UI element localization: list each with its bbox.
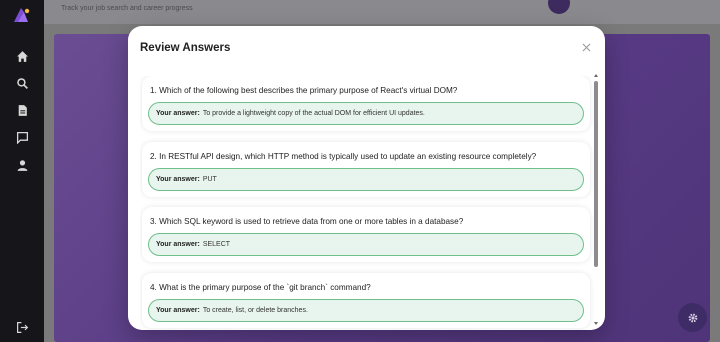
settings-button[interactable] xyxy=(678,303,707,332)
search-icon[interactable] xyxy=(13,74,31,92)
question-text: 4. What is the primary purpose of the `g… xyxy=(150,283,371,292)
answer-label: Your answer: xyxy=(156,307,200,314)
app-header xyxy=(44,0,720,24)
answer-box: Your answer: SELECT xyxy=(148,233,584,256)
answer-label: Your answer: xyxy=(156,176,200,183)
answer-label: Your answer: xyxy=(156,241,200,248)
logout-icon[interactable] xyxy=(13,318,31,336)
chat-icon[interactable] xyxy=(13,128,31,146)
home-icon[interactable] xyxy=(13,47,31,65)
question-text: 3. Which SQL keyword is used to retrieve… xyxy=(150,217,464,226)
review-answers-modal: Review Answers 1. Which of the following… xyxy=(128,26,605,330)
scrollbar[interactable] xyxy=(593,74,599,330)
answers-list[interactable]: 1. Which of the following best describes… xyxy=(140,76,595,330)
answer-label: Your answer: xyxy=(156,110,200,117)
answer-text: To create, list, or delete branches. xyxy=(202,307,308,314)
sidebar xyxy=(0,0,44,342)
user-icon[interactable] xyxy=(13,156,31,174)
scroll-down-arrow[interactable] xyxy=(594,322,598,325)
scroll-up-arrow[interactable] xyxy=(594,74,598,77)
modal-title: Review Answers xyxy=(140,42,231,54)
answer-box: Your answer: To create, list, or delete … xyxy=(148,299,584,322)
document-icon[interactable] xyxy=(13,101,31,119)
scrollbar-thumb[interactable] xyxy=(594,81,598,267)
answer-text: PUT xyxy=(202,176,217,183)
close-button[interactable] xyxy=(579,40,593,54)
answer-box: Your answer: To provide a lightweight co… xyxy=(148,102,584,125)
answer-text: To provide a lightweight copy of the act… xyxy=(202,110,425,117)
app-logo[interactable] xyxy=(12,7,30,23)
answer-text: SELECT xyxy=(202,241,231,248)
close-icon xyxy=(582,43,590,51)
answer-box: Your answer: PUT xyxy=(148,168,584,191)
question-text: 2. In RESTful API design, which HTTP met… xyxy=(150,152,537,161)
gear-icon xyxy=(688,313,697,322)
question-text: 1. Which of the following best describes… xyxy=(150,86,458,95)
question-card: 3. Which SQL keyword is used to retrieve… xyxy=(142,207,590,262)
question-card: 4. What is the primary purpose of the `g… xyxy=(142,273,590,328)
page-subtitle: Track your job search and career progres… xyxy=(61,5,193,12)
question-card: 2. In RESTful API design, which HTTP met… xyxy=(142,142,590,197)
question-card: 1. Which of the following best describes… xyxy=(142,76,590,131)
